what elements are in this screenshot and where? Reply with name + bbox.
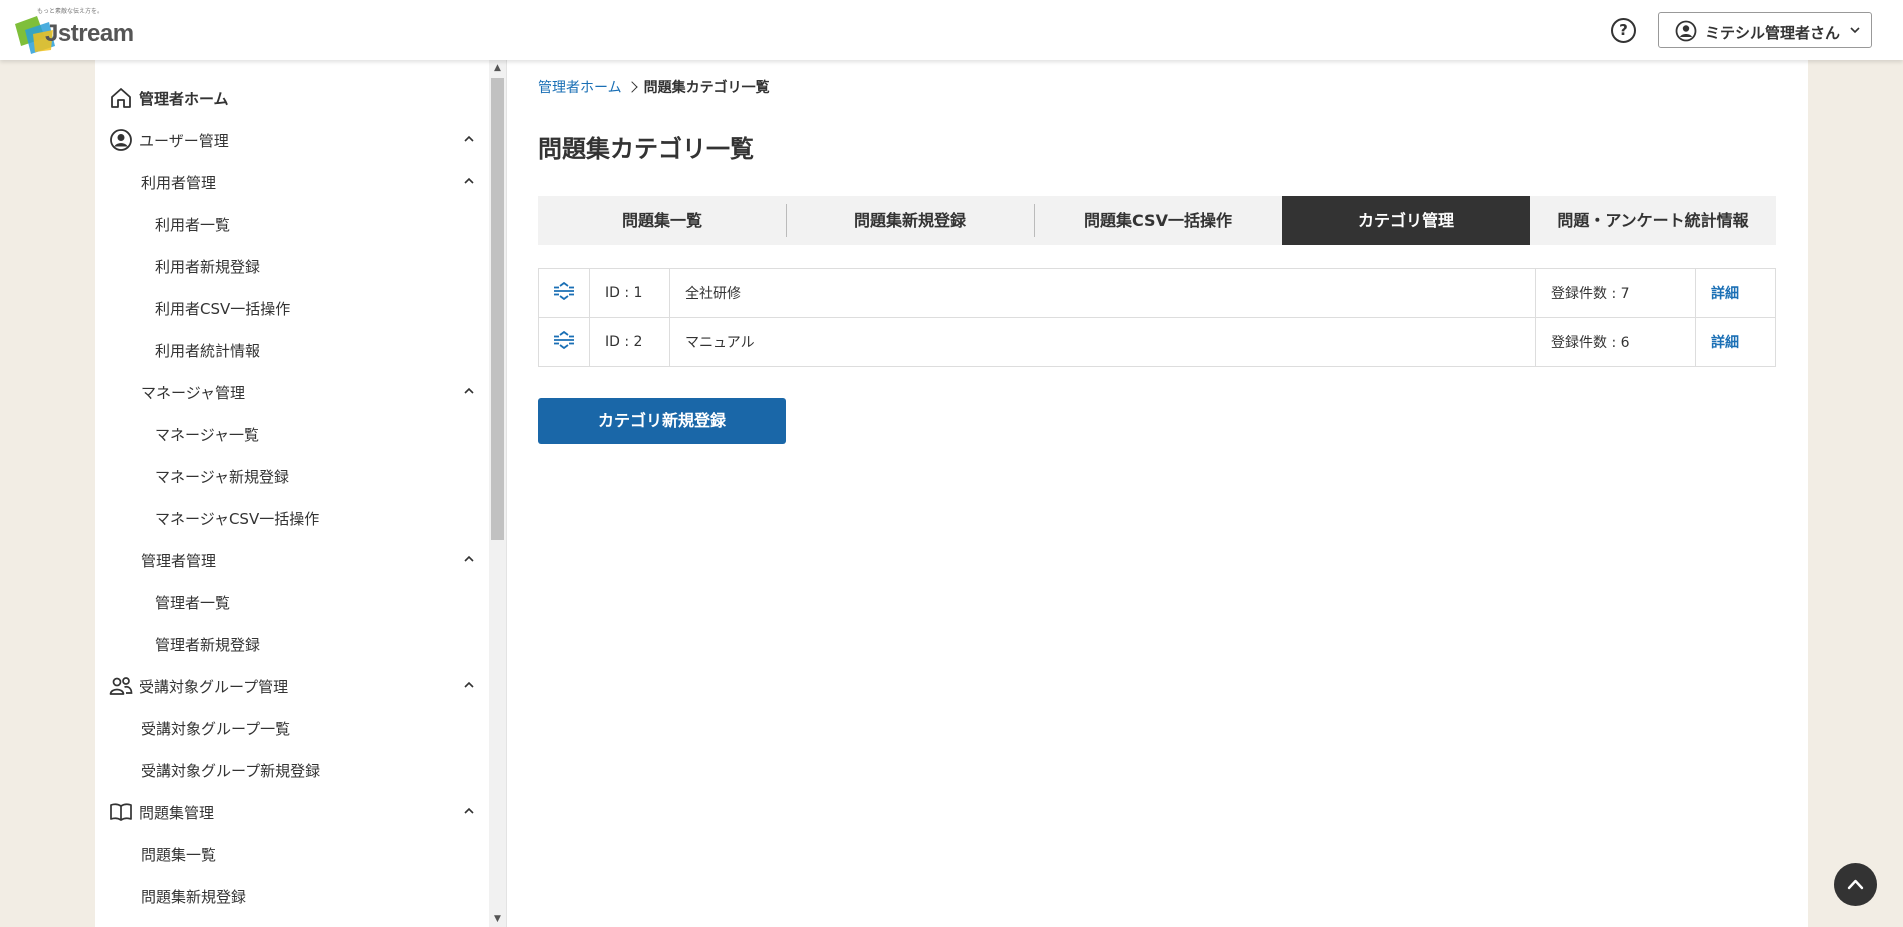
category-name: マニュアル	[669, 317, 1536, 367]
sidebar-item-label: 受講対象グループ管理	[139, 678, 289, 696]
divider	[506, 60, 507, 927]
sidebar-item-label: 受講対象グループ新規登録	[141, 762, 321, 780]
chevron-up-icon	[464, 555, 474, 562]
sidebar-item-user-new[interactable]: 利用者新規登録	[95, 245, 489, 285]
breadcrumb: 管理者ホーム 問題集カテゴリ一覧	[538, 77, 770, 97]
sidebar-item-question-management[interactable]: 問題集管理	[95, 791, 489, 831]
sidebar-item-administrator-new[interactable]: 管理者新規登録	[95, 623, 489, 663]
sidebar-item-label: マネージャ一覧	[155, 426, 259, 444]
sidebar-item-administrator-admin[interactable]: 管理者管理	[95, 539, 489, 579]
page-title: 問題集カテゴリ一覧	[538, 135, 754, 163]
sidebar-item-user-csv[interactable]: 利用者CSV一括操作	[95, 287, 489, 327]
sidebar-item-user-admin[interactable]: 利用者管理	[95, 161, 489, 201]
sidebar-scrollbar[interactable]: ▲ ▼	[489, 60, 506, 927]
category-detail-cell: 詳細	[1695, 268, 1776, 318]
sidebar-item-label: 利用者統計情報	[155, 342, 261, 360]
chevron-up-icon	[464, 387, 474, 394]
chevron-up-icon	[464, 135, 474, 142]
tab-question-list[interactable]: 問題集一覧	[538, 196, 786, 245]
chevron-up-icon	[464, 807, 474, 814]
sidebar-item-label: 利用者新規登録	[155, 258, 261, 276]
sidebar-item-label: 問題集新規登録	[141, 888, 247, 906]
category-table: ID : 1 全社研修 登録件数 : 7 詳細 ID: 2 マニュアル 登録件…	[538, 268, 1776, 367]
sidebar-item-label: 問題集一覧	[141, 846, 217, 864]
user-circle-icon	[110, 129, 132, 151]
sidebar-item-question-list[interactable]: 問題集一覧	[95, 833, 489, 873]
sidebar-item-label: 利用者一覧	[155, 216, 231, 234]
scroll-down-arrow-icon[interactable]: ▼	[489, 911, 506, 927]
book-icon	[110, 803, 132, 821]
sidebar-item-label: 受講対象グループ一覧	[141, 720, 291, 738]
sidebar-item-label: マネージャ管理	[141, 384, 245, 402]
drag-handle-icon	[554, 281, 574, 301]
sidebar-item-administrator-list[interactable]: 管理者一覧	[95, 581, 489, 621]
category-detail-cell: 詳細	[1695, 317, 1776, 367]
top-header: もっと素敵な伝え方を。 Jstream ? ミテシル管理者さん	[0, 0, 1903, 60]
sidebar-item-manager-csv[interactable]: マネージャCSV一括操作	[95, 497, 489, 537]
drag-handle-icon	[554, 330, 574, 350]
tab-bar: 問題集一覧 問題集新規登録 問題集CSV一括操作 カテゴリ管理 問題・アンケート…	[538, 196, 1776, 245]
sidebar-item-label: 利用者管理	[141, 174, 217, 192]
breadcrumb-current: 問題集カテゴリ一覧	[643, 80, 770, 96]
group-icon	[109, 677, 133, 695]
sidebar-item-user-list[interactable]: 利用者一覧	[95, 203, 489, 243]
table-row: ID : 1 全社研修 登録件数 : 7 詳細	[538, 268, 1776, 318]
breadcrumb-home-link[interactable]: 管理者ホーム	[538, 80, 622, 96]
user-menu-button[interactable]: ミテシル管理者さん	[1658, 12, 1872, 48]
tab-category-management[interactable]: カテゴリ管理	[1282, 196, 1530, 245]
sidebar-item-manager-list[interactable]: マネージャ一覧	[95, 413, 489, 453]
sidebar-item-label: 管理者ホーム	[139, 90, 229, 108]
help-icon[interactable]: ?	[1611, 18, 1636, 43]
sidebar-item-label: 管理者一覧	[155, 594, 231, 612]
jstream-logo[interactable]: もっと素敵な伝え方を。 Jstream	[15, 6, 134, 54]
home-icon	[111, 88, 131, 108]
sidebar-item-label: 利用者CSV一括操作	[155, 300, 291, 318]
detail-link[interactable]: 詳細	[1711, 335, 1739, 351]
sidebar-item-label: マネージャCSV一括操作	[155, 510, 320, 528]
category-count: 登録件数 : 6	[1535, 317, 1696, 367]
user-avatar-icon	[1675, 20, 1697, 42]
sidebar-item-admin-home[interactable]: 管理者ホーム	[95, 77, 489, 117]
sidebar-item-label: 管理者管理	[141, 552, 217, 570]
drag-handle[interactable]	[538, 268, 590, 318]
scroll-up-arrow-icon[interactable]: ▲	[489, 60, 506, 76]
page-container: 管理者ホーム ユーザー管理 利用者管理 利用者一覧 利用者新規登録 利用者CSV…	[95, 60, 1808, 927]
tab-statistics[interactable]: 問題・アンケート統計情報	[1530, 196, 1776, 245]
category-count: 登録件数 : 7	[1535, 268, 1696, 318]
logo-text: Jstream	[45, 20, 134, 47]
scrollbar-thumb[interactable]	[491, 78, 504, 540]
sidebar-item-label: マネージャ新規登録	[155, 468, 289, 486]
sidebar-item-label: ユーザー管理	[139, 132, 229, 150]
sidebar-item-question-new[interactable]: 問題集新規登録	[95, 875, 489, 915]
sidebar-item-user-management[interactable]: ユーザー管理	[95, 119, 489, 159]
chevron-up-icon	[464, 177, 474, 184]
chevron-down-icon	[1850, 27, 1860, 34]
detail-link[interactable]: 詳細	[1711, 286, 1739, 302]
tab-question-new[interactable]: 問題集新規登録	[786, 196, 1034, 245]
category-id: ID : 1	[589, 268, 670, 318]
drag-handle[interactable]	[538, 317, 590, 367]
tab-question-csv[interactable]: 問題集CSV一括操作	[1034, 196, 1282, 245]
chevron-up-icon	[464, 681, 474, 688]
category-id: ID : 2	[589, 317, 670, 367]
chevron-up-icon	[1847, 879, 1864, 890]
sidebar-item-label: 管理者新規登録	[155, 636, 261, 654]
sidebar-item-user-stats[interactable]: 利用者統計情報	[95, 329, 489, 369]
sidebar-item-group-management[interactable]: 受講対象グループ管理	[95, 665, 489, 705]
sidebar-item-label: 問題集管理	[139, 804, 215, 822]
back-to-top-button[interactable]	[1834, 863, 1877, 906]
sidebar: 管理者ホーム ユーザー管理 利用者管理 利用者一覧 利用者新規登録 利用者CSV…	[95, 60, 489, 927]
user-name: ミテシル管理者さん	[1705, 24, 1841, 42]
chevron-right-icon	[625, 81, 638, 93]
logo-tagline: もっと素敵な伝え方を。	[37, 8, 104, 15]
sidebar-item-manager-new[interactable]: マネージャ新規登録	[95, 455, 489, 495]
category-name: 全社研修	[669, 268, 1536, 318]
sidebar-item-group-new[interactable]: 受講対象グループ新規登録	[95, 749, 489, 789]
sidebar-item-manager-admin[interactable]: マネージャ管理	[95, 371, 489, 411]
sidebar-item-group-list[interactable]: 受講対象グループ一覧	[95, 707, 489, 747]
new-category-button[interactable]: カテゴリ新規登録	[538, 398, 786, 444]
table-row: ID : 2 マニュアル 登録件数 : 6 詳細	[538, 317, 1776, 367]
